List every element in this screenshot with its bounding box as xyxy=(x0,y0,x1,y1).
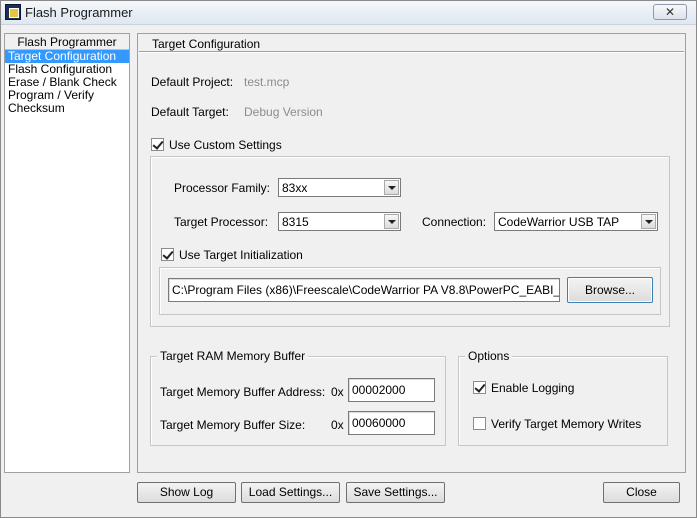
default-target-label: Default Target: xyxy=(151,105,229,119)
buffer-size-prefix: 0x xyxy=(331,418,344,432)
buffer-size-value: 00060000 xyxy=(352,416,406,430)
chevron-down-icon[interactable] xyxy=(641,214,656,229)
init-file-path-value: C:\Program Files (x86)\Freescale\CodeWar… xyxy=(172,283,560,297)
chevron-down-icon[interactable] xyxy=(384,180,399,195)
window-title: Flash Programmer xyxy=(25,5,133,20)
target-processor-value: 8315 xyxy=(282,215,309,229)
save-settings-button[interactable]: Save Settings... xyxy=(346,482,445,503)
panel-title: Target Configuration xyxy=(152,37,261,51)
processor-family-dropdown[interactable]: 83xx xyxy=(278,178,401,197)
init-file-group: C:\Program Files (x86)\Freescale\CodeWar… xyxy=(159,267,661,315)
flash-programmer-window: Flash Programmer ✕ Flash Programmer Targ… xyxy=(0,0,697,518)
default-target-value: Debug Version xyxy=(244,105,323,119)
show-log-button[interactable]: Show Log xyxy=(137,482,236,503)
use-custom-settings-label: Use Custom Settings xyxy=(169,138,282,152)
chevron-down-icon[interactable] xyxy=(384,214,399,229)
ram-buffer-group: Target RAM Memory Buffer Target Memory B… xyxy=(150,349,446,446)
default-project-label: Default Project: xyxy=(151,75,234,89)
target-processor-dropdown[interactable]: 8315 xyxy=(278,212,401,231)
target-configuration-panel: Target Configuration Default Project: te… xyxy=(137,33,686,473)
use-custom-settings-checkbox[interactable] xyxy=(151,138,164,151)
custom-settings-group: Processor Family: 83xx Target Processor:… xyxy=(150,156,670,327)
buffer-address-value: 00002000 xyxy=(352,383,406,397)
verify-writes-label: Verify Target Memory Writes xyxy=(491,417,642,431)
verify-writes-checkbox[interactable] xyxy=(473,417,486,430)
options-legend: Options xyxy=(465,349,513,363)
connection-label: Connection: xyxy=(422,215,487,229)
connection-dropdown[interactable]: CodeWarrior USB TAP xyxy=(494,212,658,231)
init-file-path-field[interactable]: C:\Program Files (x86)\Freescale\CodeWar… xyxy=(168,278,560,302)
buffer-address-field[interactable]: 00002000 xyxy=(348,378,435,402)
buffer-address-prefix: 0x xyxy=(331,385,344,399)
close-icon[interactable]: ✕ xyxy=(653,4,687,20)
target-processor-label: Target Processor: xyxy=(174,215,269,229)
panel-divider xyxy=(139,51,684,53)
buffer-address-label: Target Memory Buffer Address: xyxy=(160,385,326,399)
use-target-init-checkbox[interactable] xyxy=(161,248,174,261)
processor-family-label: Processor Family: xyxy=(174,181,271,195)
processor-family-value: 83xx xyxy=(282,181,308,195)
use-target-init-label: Use Target Initialization xyxy=(179,248,303,262)
enable-logging-label: Enable Logging xyxy=(491,381,575,395)
default-project-value: test.mcp xyxy=(244,75,290,89)
browse-button[interactable]: Browse... xyxy=(567,277,653,303)
ram-buffer-legend: Target RAM Memory Buffer xyxy=(157,349,309,363)
options-group: Options Enable Logging Verify Target Mem… xyxy=(458,349,668,446)
nav-list: Flash Programmer Target Configuration Fl… xyxy=(4,33,130,473)
load-settings-button[interactable]: Load Settings... xyxy=(241,482,340,503)
buffer-size-field[interactable]: 00060000 xyxy=(348,411,435,435)
nav-header: Flash Programmer xyxy=(5,34,129,50)
close-button[interactable]: Close xyxy=(603,482,680,503)
enable-logging-checkbox[interactable] xyxy=(473,381,486,394)
buffer-size-label: Target Memory Buffer Size: xyxy=(160,418,306,432)
nav-item-checksum[interactable]: Checksum xyxy=(5,102,129,115)
title-bar: Flash Programmer ✕ xyxy=(1,1,696,25)
connection-value: CodeWarrior USB TAP xyxy=(498,215,620,229)
app-icon xyxy=(5,4,21,20)
